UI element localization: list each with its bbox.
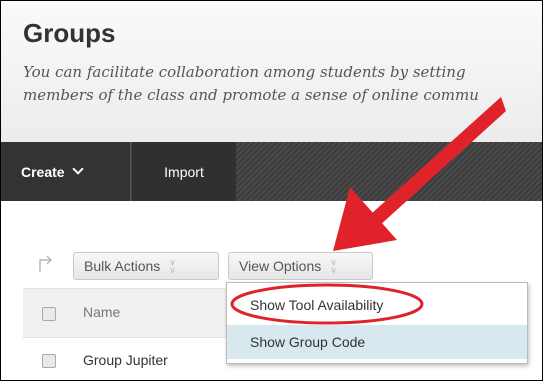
row-checkbox[interactable] <box>42 354 56 368</box>
import-button[interactable]: Import <box>132 142 236 201</box>
page-description: You can facilitate collaboration among s… <box>23 61 542 107</box>
description-line-1: You can facilitate collaboration among s… <box>23 63 466 81</box>
create-label: Create <box>21 163 65 180</box>
page-header: Groups You can facilitate collaboration … <box>1 1 542 142</box>
create-button[interactable]: Create <box>1 142 131 201</box>
chevron-down-icon <box>71 163 84 175</box>
screenshot-frame: Groups You can facilitate collaboration … <box>0 0 543 381</box>
column-header-name[interactable]: Name <box>83 304 120 320</box>
double-chevron-down-icon: ∨ ∨ <box>169 257 176 275</box>
page-title: Groups <box>23 18 116 48</box>
select-arrow-icon <box>39 255 52 272</box>
group-name[interactable]: Group Jupiter <box>83 352 168 368</box>
menu-item-show-group-code[interactable]: Show Group Code <box>227 325 527 359</box>
bulk-actions-button[interactable]: Bulk Actions ∨ ∨ <box>73 252 219 280</box>
select-all-checkbox[interactable] <box>42 307 56 321</box>
bulk-actions-label: Bulk Actions <box>84 258 161 274</box>
view-options-menu: Show Tool Availability Show Group Code <box>226 282 528 364</box>
double-chevron-down-icon: ∨ ∨ <box>330 257 337 275</box>
menu-item-show-tool-availability[interactable]: Show Tool Availability <box>227 288 527 322</box>
view-options-button[interactable]: View Options ∨ ∨ <box>228 252 373 280</box>
action-bar: Create Import <box>1 142 542 201</box>
view-options-label: View Options <box>239 258 322 274</box>
description-line-2: members of the class and promote a sense… <box>23 86 479 104</box>
